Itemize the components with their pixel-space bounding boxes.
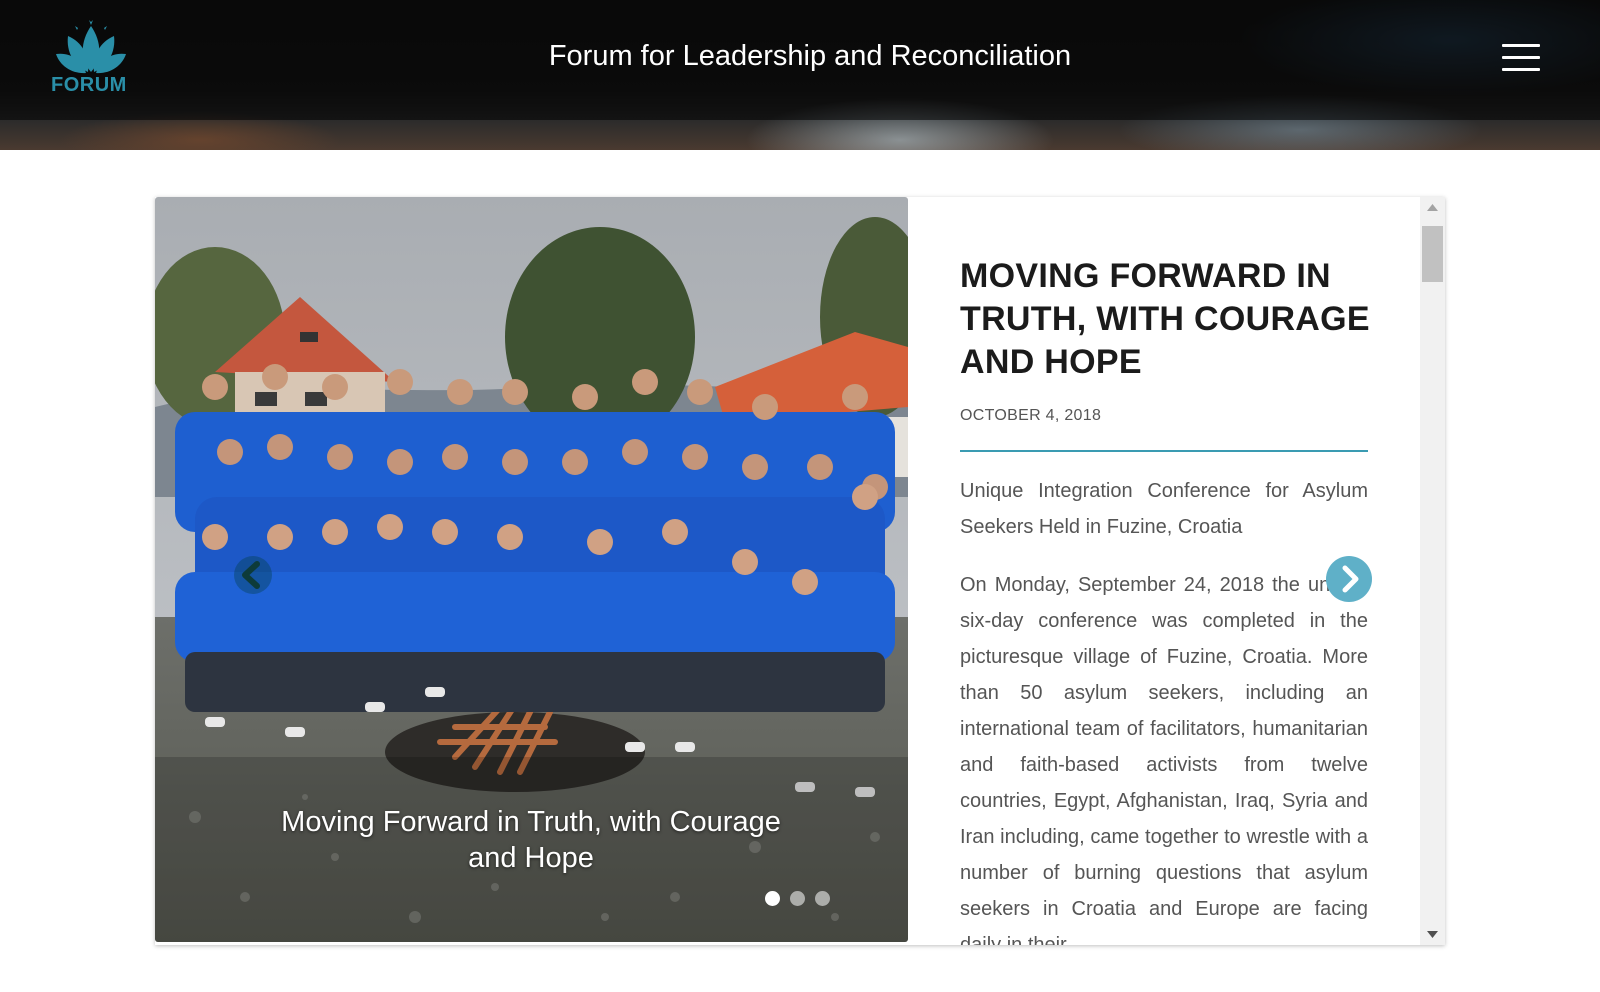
slider-dot[interactable] bbox=[815, 891, 830, 906]
article-date: OCTOBER 4, 2018 bbox=[960, 407, 1102, 424]
scroll-up-arrow-icon[interactable] bbox=[1420, 197, 1445, 219]
article-subtitle: Unique Integration Conference for Asylum… bbox=[960, 480, 1368, 538]
scrollbar-thumb[interactable] bbox=[1422, 226, 1443, 282]
site-header: FORUM Forum for Leadership and Reconcili… bbox=[0, 0, 1600, 150]
image-slider[interactable]: Moving Forward in Truth, with Courage an… bbox=[155, 197, 908, 942]
article-scrollbar[interactable] bbox=[1420, 197, 1445, 945]
site-title[interactable]: Forum for Leadership and Reconciliation bbox=[0, 40, 1600, 73]
scroll-down-arrow-icon[interactable] bbox=[1420, 923, 1445, 945]
logo-wordmark: FORUM bbox=[51, 74, 127, 96]
featured-article-card: Moving Forward in Truth, with Courage an… bbox=[155, 197, 1445, 945]
slider-pagination bbox=[765, 891, 845, 907]
hamburger-menu-icon[interactable] bbox=[1502, 44, 1540, 72]
chevron-right-icon[interactable] bbox=[1326, 556, 1372, 602]
article-title[interactable]: MOVING FORWARD IN TRUTH, WITH COURAGE AN… bbox=[960, 255, 1380, 384]
slider-dot[interactable] bbox=[790, 891, 805, 906]
slider-dot[interactable] bbox=[765, 891, 780, 906]
chevron-left-icon[interactable] bbox=[233, 555, 273, 595]
title-divider bbox=[960, 450, 1368, 452]
slide-caption[interactable]: Moving Forward in Truth, with Courage an… bbox=[265, 804, 797, 876]
article-body: On Monday, September 24, 2018 the unique… bbox=[960, 574, 1368, 945]
